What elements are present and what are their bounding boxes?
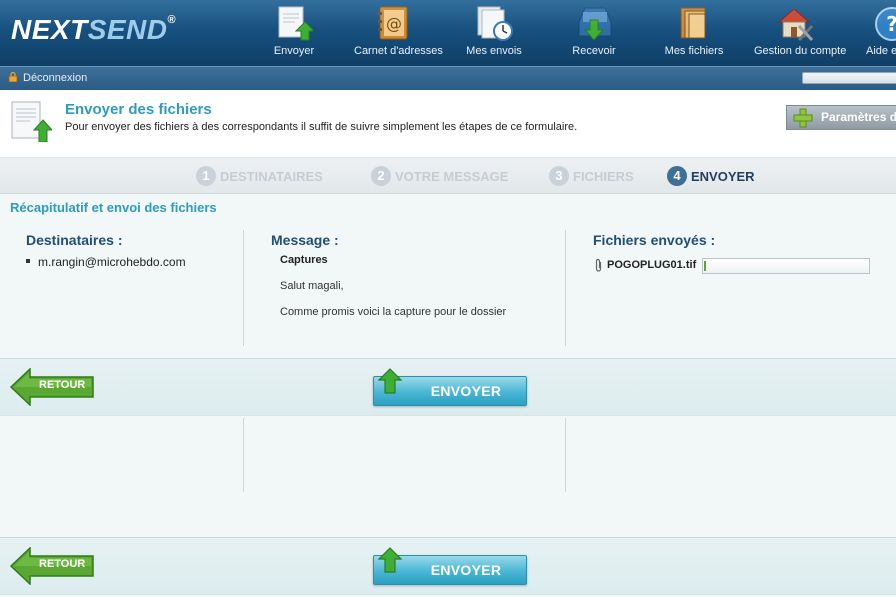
send-button-label: ENVOYER — [430, 562, 502, 578]
logo-text-main: NEXT — [11, 14, 88, 45]
nav-label: Gestion du compte — [754, 45, 847, 57]
nav-label: Recevoir — [572, 45, 616, 57]
nav-recevoir[interactable]: Recevoir — [572, 0, 616, 66]
action-bar-bottom: RETOUR ENVOYER — [0, 537, 896, 595]
nav-envoyer[interactable]: Envoyer — [274, 0, 314, 66]
step-number: 3 — [549, 166, 569, 186]
parameters-button[interactable]: Paramètres d — [786, 105, 896, 130]
logout-link[interactable]: Déconnexion — [8, 72, 87, 84]
section-title: Récapitulatif et envoi des fichiers — [10, 200, 217, 215]
folder-icon — [680, 7, 706, 39]
back-button[interactable]: RETOUR — [10, 368, 96, 406]
step-label: DESTINATAIRES — [220, 168, 323, 184]
logo-registered-mark: ® — [167, 14, 177, 26]
message-heading: Message : — [271, 232, 339, 248]
message-subject: Captures — [280, 254, 328, 266]
recipient-email: m.rangin@microhebdo.com — [38, 255, 186, 269]
wizard-steps: 1 DESTINATAIRES 2 VOTRE MESSAGE 3 FICHIERS … — [0, 158, 896, 194]
nextsend-logo[interactable]: NEXTSEND® — [11, 14, 176, 46]
nav-mes-envois[interactable]: Mes envois — [466, 0, 522, 66]
send-button[interactable]: ENVOYER — [373, 368, 528, 408]
step-destinataires[interactable]: 1 DESTINATAIRES — [196, 166, 323, 188]
send-button-label: ENVOYER — [430, 383, 502, 399]
recipient-item: m.rangin@microhebdo.com — [26, 255, 186, 269]
nav-carnet-adresses[interactable]: @ Carnet d'adresses — [354, 0, 443, 66]
nav-label: Carnet d'adresses — [354, 45, 443, 57]
page-header: Envoyer des fichiers Pour envoyer des fi… — [0, 90, 896, 158]
house-tools-icon — [777, 8, 813, 42]
send-file-icon — [278, 6, 313, 41]
step-number: 1 — [196, 166, 216, 186]
step-label: ENVOYER — [691, 168, 755, 184]
upload-progress-fill — [704, 261, 706, 271]
paperclip-icon — [595, 258, 602, 272]
nav-aide[interactable]: ? Aide et s — [866, 0, 896, 66]
files-heading: Fichiers envoyés : — [593, 232, 716, 248]
step-fichiers[interactable]: 3 FICHIERS — [549, 166, 634, 188]
nav-gestion-compte[interactable]: Gestion du compte — [754, 0, 846, 66]
recipients-heading: Destinataires : — [26, 232, 123, 248]
top-right-field[interactable] — [802, 72, 896, 84]
column-divider — [565, 230, 566, 346]
message-line: Salut magali, — [280, 280, 344, 292]
back-button-label: RETOUR — [39, 558, 86, 570]
column-divider — [243, 230, 244, 346]
svg-text:@: @ — [386, 14, 402, 33]
step-votre-message[interactable]: 2 VOTRE MESSAGE — [371, 166, 508, 188]
address-book-icon: @ — [378, 6, 408, 40]
bullet — [26, 259, 30, 263]
send-file-icon — [11, 101, 52, 142]
nav-mes-fichiers[interactable]: Mes fichiers — [665, 0, 723, 66]
summary-panel: Récapitulatif et envoi des fichiers Dest… — [0, 194, 896, 597]
nav-label: Aide et s — [866, 45, 896, 57]
plus-icon — [793, 108, 813, 128]
page-title: Envoyer des fichiers — [65, 101, 212, 118]
parameters-button-label: Paramètres d — [821, 110, 896, 124]
nav-label: Mes envois — [466, 45, 522, 57]
receive-icon — [578, 7, 612, 41]
help-icon: ? — [875, 7, 896, 41]
step-label: FICHIERS — [573, 168, 634, 184]
action-bar: RETOUR ENVOYER — [0, 358, 896, 416]
logo-text-accent: SEND — [87, 14, 168, 45]
column-divider — [243, 418, 244, 492]
message-line: Comme promis voici la capture pour le do… — [280, 306, 507, 318]
column-divider — [565, 418, 566, 492]
send-button[interactable]: ENVOYER — [373, 547, 528, 587]
step-envoyer[interactable]: 4 ENVOYER — [667, 166, 755, 188]
session-bar: Déconnexion — [0, 66, 896, 90]
step-number: 2 — [371, 166, 391, 186]
step-label: VOTRE MESSAGE — [395, 168, 509, 184]
logout-label: Déconnexion — [23, 72, 88, 84]
page-description: Pour envoyer des fichiers à des correspo… — [65, 121, 578, 133]
svg-text:?: ? — [886, 12, 896, 36]
sent-files-clock-icon — [477, 6, 513, 41]
upload-progress-bar — [702, 258, 870, 274]
file-name: POGOPLUG01.tif — [607, 259, 697, 271]
back-button-label: RETOUR — [39, 379, 86, 391]
lock-icon — [8, 72, 18, 82]
nav-label: Mes fichiers — [664, 45, 724, 57]
top-header: NEXTSEND® Envoyer @ Carnet d'adresses Me… — [0, 0, 896, 66]
step-number: 4 — [667, 166, 687, 186]
nav-label: Envoyer — [273, 45, 315, 57]
back-button[interactable]: RETOUR — [10, 547, 96, 585]
